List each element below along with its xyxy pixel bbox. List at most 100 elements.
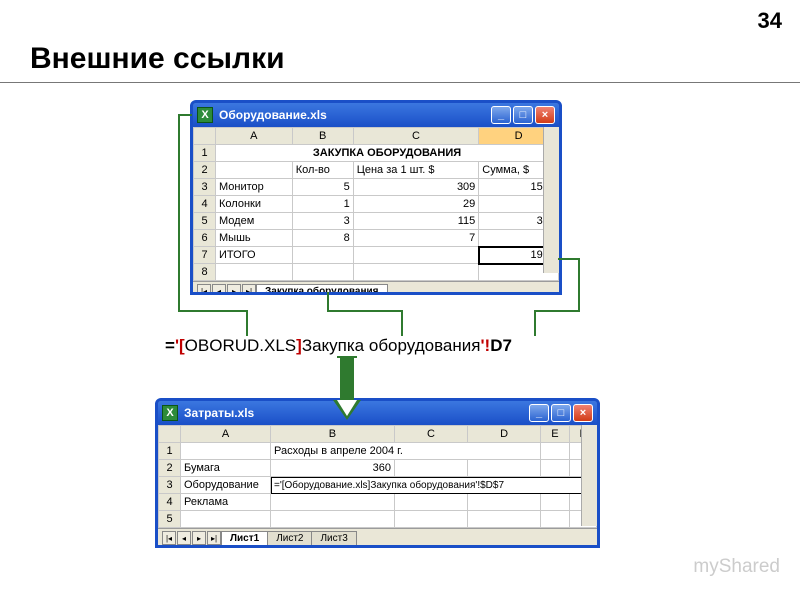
cell[interactable]: 29 (353, 196, 479, 213)
tab-nav-first[interactable]: |◂ (197, 284, 211, 295)
row-header[interactable]: 4 (159, 494, 181, 511)
col-header[interactable]: D (468, 426, 541, 443)
spreadsheet[interactable]: A B C D 1 ЗАКУПКА ОБОРУДОВАНИЯ 2 Кол-во … (193, 127, 559, 281)
scrollbar-vertical[interactable] (543, 127, 559, 273)
maximize-button[interactable]: □ (551, 404, 571, 422)
row-header[interactable]: 5 (159, 511, 181, 528)
cell[interactable] (394, 511, 467, 528)
tab-nav-last[interactable]: ▸| (242, 284, 256, 295)
col-header[interactable]: E (541, 426, 569, 443)
corner-cell[interactable] (159, 426, 181, 443)
connector-line (327, 292, 329, 310)
tab-nav-prev[interactable]: ◂ (212, 284, 226, 295)
spreadsheet[interactable]: A B C D E F 1 Расходы в апреле 2004 г. 2… (158, 425, 597, 528)
cell[interactable] (468, 460, 541, 477)
cell[interactable] (541, 460, 569, 477)
sheet-tab[interactable]: Лист2 (267, 531, 312, 546)
tab-nav-next[interactable]: ▸ (227, 284, 241, 295)
cell[interactable] (292, 247, 353, 264)
cell[interactable] (541, 443, 569, 460)
minimize-button[interactable]: _ (491, 106, 511, 124)
connector-line (558, 258, 580, 260)
col-header[interactable]: C (394, 426, 467, 443)
formula-eq: = (165, 336, 175, 355)
cell[interactable]: Модем (216, 213, 293, 230)
connector-line (178, 310, 248, 312)
cell[interactable] (468, 511, 541, 528)
cell[interactable]: 309 (353, 179, 479, 196)
row-header[interactable]: 4 (194, 196, 216, 213)
cell[interactable]: Расходы в апреле 2004 г. (271, 443, 541, 460)
sheet-tab[interactable]: Лист3 (311, 531, 356, 546)
sheet-tab[interactable]: Лист1 (221, 531, 268, 546)
row-header[interactable]: 1 (159, 443, 181, 460)
cell[interactable] (181, 443, 271, 460)
cell[interactable]: 7 (353, 230, 479, 247)
window-title: Затраты.xls (184, 406, 254, 420)
col-header[interactable]: B (271, 426, 395, 443)
row-header[interactable]: 7 (194, 247, 216, 264)
tab-nav-prev[interactable]: ◂ (177, 531, 191, 545)
tab-nav-next[interactable]: ▸ (192, 531, 206, 545)
cell[interactable]: Оборудование (181, 477, 271, 494)
col-header[interactable]: A (181, 426, 271, 443)
watermark: myShared (693, 556, 780, 578)
tab-nav-first[interactable]: |◂ (162, 531, 176, 545)
cell[interactable] (468, 494, 541, 511)
row-header[interactable]: 2 (194, 162, 216, 179)
cell[interactable]: Цена за 1 шт. $ (353, 162, 479, 179)
close-button[interactable]: × (535, 106, 555, 124)
tab-nav-last[interactable]: ▸| (207, 531, 221, 545)
cell[interactable]: 115 (353, 213, 479, 230)
cell[interactable] (271, 511, 395, 528)
cell[interactable]: 8 (292, 230, 353, 247)
cell[interactable] (353, 264, 479, 281)
arrow-down-inner (337, 400, 357, 416)
row-header[interactable]: 3 (194, 179, 216, 196)
row-header[interactable]: 2 (159, 460, 181, 477)
connector-line (534, 310, 536, 336)
col-header[interactable]: A (216, 128, 293, 145)
connector-line (246, 310, 248, 336)
cell-formula[interactable]: ='[Оборудование.xls]Закупка оборудования… (271, 477, 597, 494)
cell[interactable] (181, 511, 271, 528)
cell[interactable] (216, 162, 293, 179)
cell[interactable]: Мышь (216, 230, 293, 247)
cell[interactable] (271, 494, 395, 511)
scrollbar-vertical[interactable] (581, 425, 597, 526)
col-header[interactable]: C (353, 128, 479, 145)
titlebar[interactable]: X Затраты.xls _ □ × (158, 401, 597, 425)
cell[interactable] (541, 494, 569, 511)
col-header[interactable]: B (292, 128, 353, 145)
cell[interactable] (541, 511, 569, 528)
cell[interactable]: 5 (292, 179, 353, 196)
cell[interactable] (292, 264, 353, 281)
cell[interactable]: Колонки (216, 196, 293, 213)
cell[interactable]: Кол-во (292, 162, 353, 179)
page-number: 34 (758, 8, 782, 34)
cell[interactable] (394, 460, 467, 477)
row-header[interactable]: 6 (194, 230, 216, 247)
cell[interactable]: Бумага (181, 460, 271, 477)
cell[interactable]: 3 (292, 213, 353, 230)
cell[interactable]: Реклама (181, 494, 271, 511)
cell[interactable]: 1 (292, 196, 353, 213)
cell[interactable] (394, 494, 467, 511)
row-header[interactable]: 8 (194, 264, 216, 281)
page-title: Внешние ссылки (30, 42, 285, 76)
cell[interactable] (216, 264, 293, 281)
corner-cell[interactable] (194, 128, 216, 145)
cell[interactable] (353, 247, 479, 264)
row-header[interactable]: 5 (194, 213, 216, 230)
maximize-button[interactable]: □ (513, 106, 533, 124)
row-header[interactable]: 3 (159, 477, 181, 494)
cell[interactable]: Монитор (216, 179, 293, 196)
row-header[interactable]: 1 (194, 145, 216, 162)
cell[interactable]: ЗАКУПКА ОБОРУДОВАНИЯ (216, 145, 559, 162)
cell[interactable]: ИТОГО (216, 247, 293, 264)
cell[interactable]: 360 (271, 460, 395, 477)
minimize-button[interactable]: _ (529, 404, 549, 422)
close-button[interactable]: × (573, 404, 593, 422)
titlebar[interactable]: X Оборудование.xls _ □ × (193, 103, 559, 127)
sheet-tab[interactable]: Закупка оборудования (256, 284, 388, 296)
